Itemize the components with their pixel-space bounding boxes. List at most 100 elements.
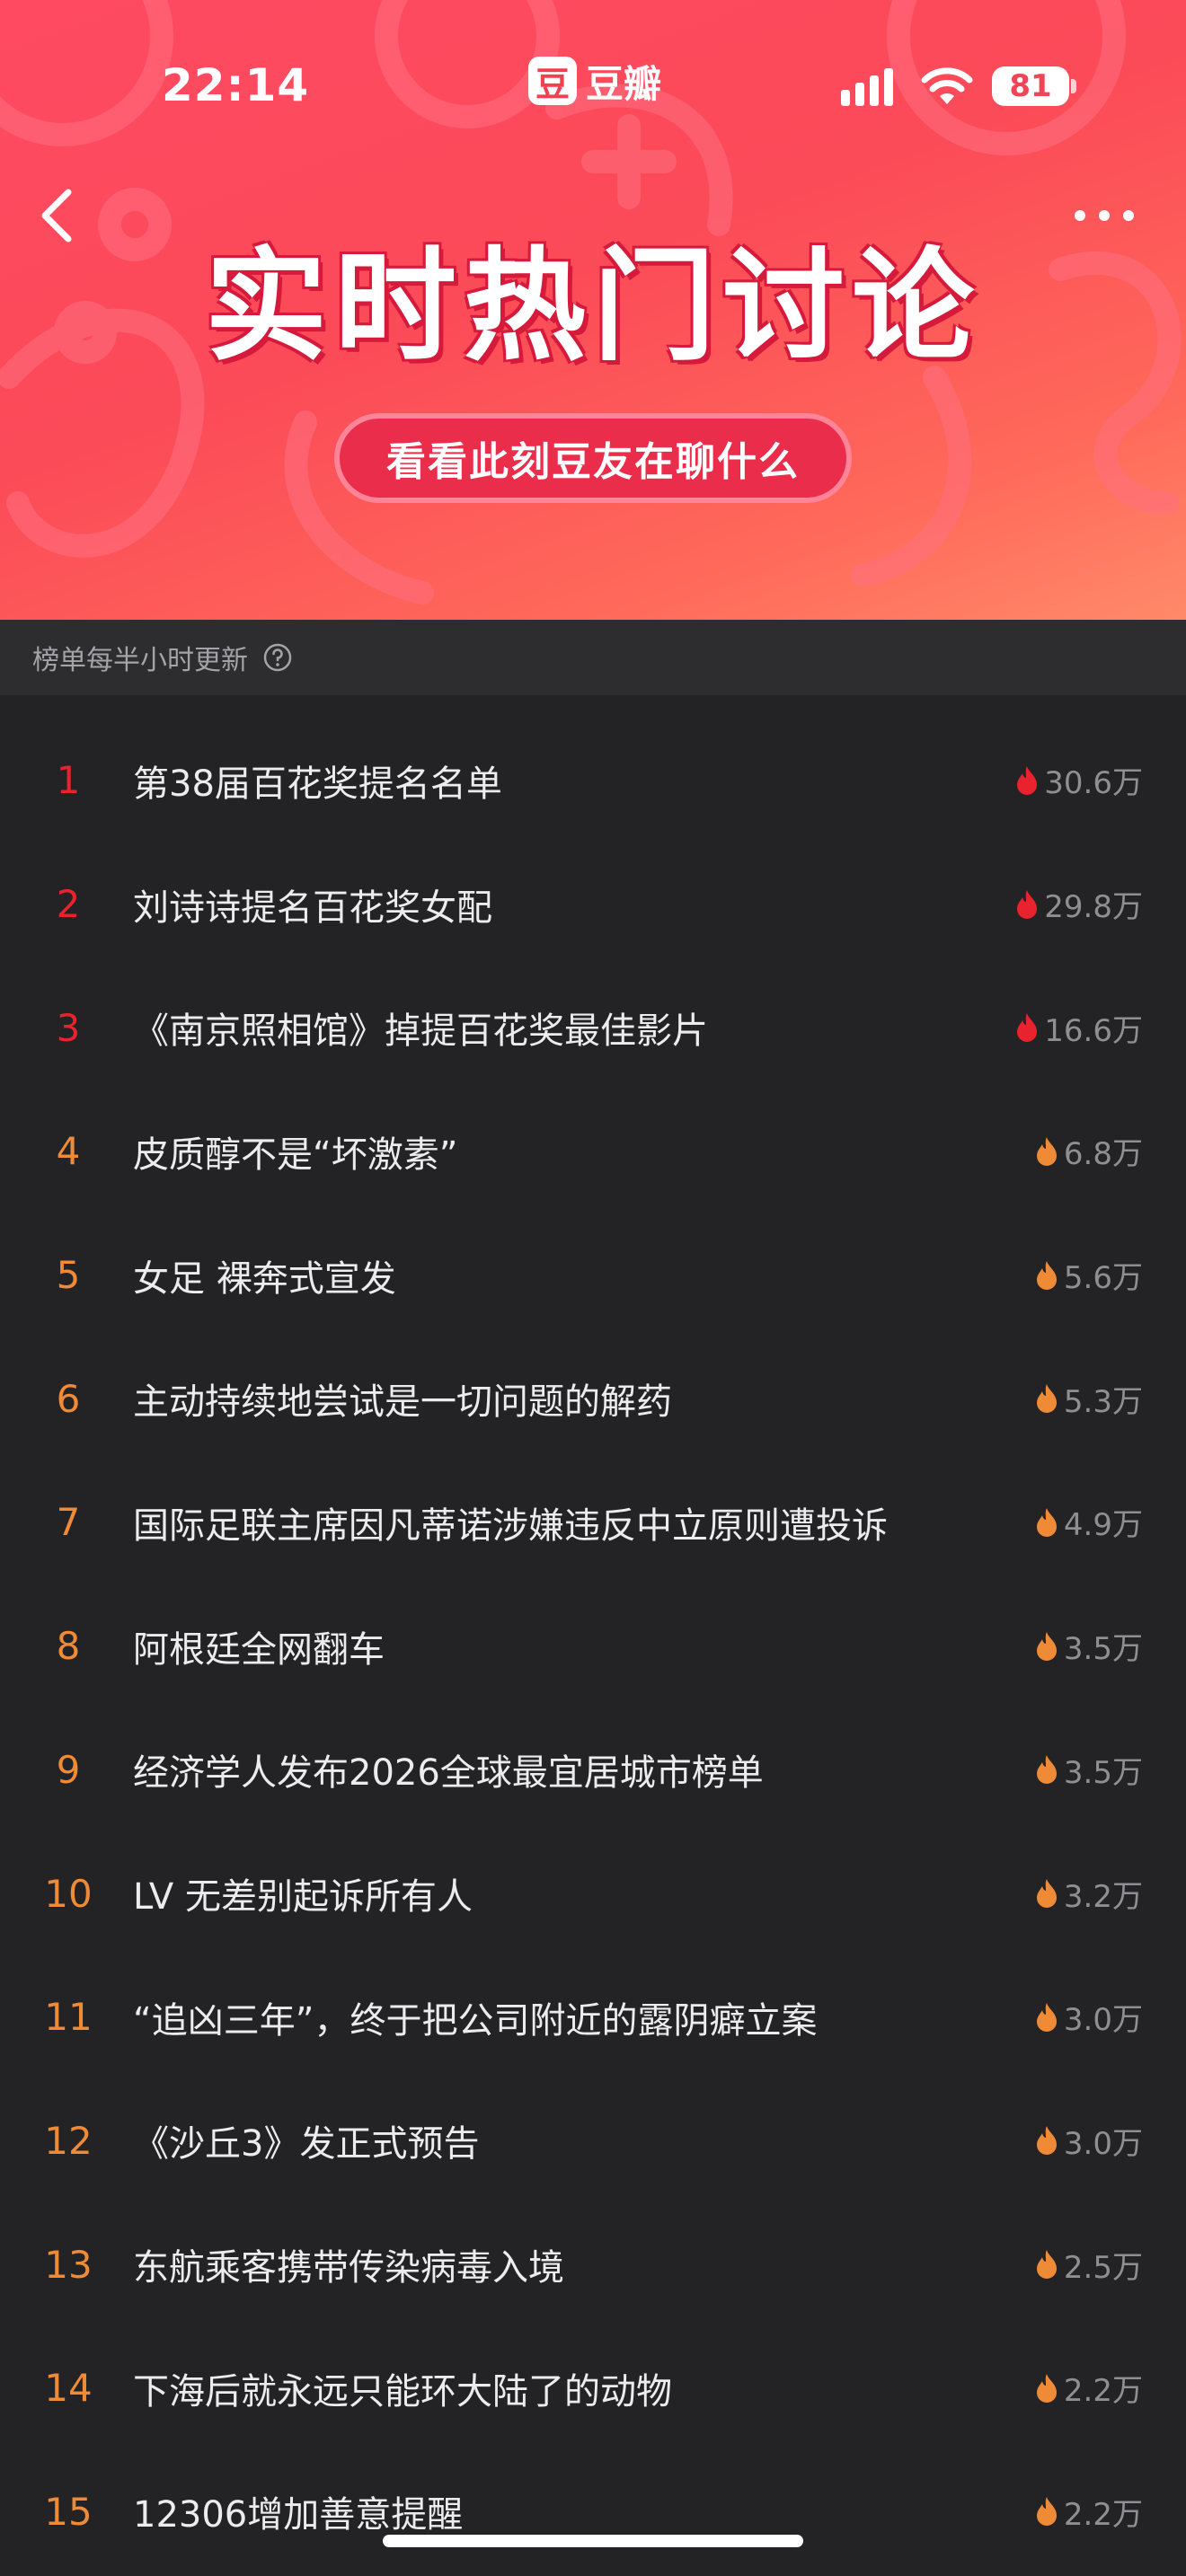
topic-rank: 14 <box>44 2366 93 2411</box>
topic-row[interactable]: 3 《南京照相馆》掉提百花奖最佳影片 16.6万 <box>0 966 1186 1090</box>
topic-rank: 5 <box>56 1253 81 1298</box>
topic-heat: 2.2万 <box>1035 2490 1143 2534</box>
topic-heat: 3.2万 <box>1035 1872 1143 1916</box>
flame-icon <box>1017 889 1038 919</box>
topic-title: 阿根廷全网翻车 <box>133 1628 385 1671</box>
topic-row[interactable]: 4 皮质醇不是“坏激素” 6.8万 <box>0 1090 1186 1213</box>
topic-heat: 2.2万 <box>1035 2366 1143 2410</box>
flame-icon <box>1036 2250 1057 2280</box>
wifi-icon <box>921 67 973 104</box>
status-bar: 22:14 豆 豆瓣 81 <box>0 0 1186 171</box>
flame-icon <box>1036 1507 1057 1537</box>
topic-title: 女足 裸奔式宣发 <box>133 1257 396 1300</box>
topic-row[interactable]: 15 12306增加善意提醒 2.2万 <box>0 2450 1186 2574</box>
topic-title: 第38届百花奖提名名单 <box>133 763 502 805</box>
update-note: 榜单每半小时更新 <box>32 645 248 676</box>
heat-count: 3.5万 <box>1063 1754 1143 1791</box>
flame-icon <box>1036 2126 1057 2156</box>
topic-title: 下海后就永远只能环大陆了的动物 <box>133 2370 672 2413</box>
flame-icon <box>1017 765 1038 795</box>
topic-list: 1 第38届百花奖提名名单 30.6万 2 刘诗诗提名百花奖女配 29.8万 3 《南京照相馆… <box>0 719 1186 2573</box>
topic-row[interactable]: 11 “追凶三年”，终于把公司附近的露阴癖立案 3.0万 <box>0 1955 1186 2079</box>
heat-count: 5.3万 <box>1063 1383 1143 1420</box>
topic-heat: 16.6万 <box>1015 1006 1143 1050</box>
brand-name: 豆瓣 <box>586 61 662 106</box>
home-indicator[interactable] <box>383 2535 803 2547</box>
heat-count: 4.9万 <box>1063 1507 1143 1544</box>
topic-rank: 10 <box>44 1871 93 1916</box>
topic-rank: 12 <box>44 2118 93 2163</box>
flame-icon <box>1036 2373 1057 2403</box>
topic-row[interactable]: 1 第38届百花奖提名名单 30.6万 <box>0 719 1186 842</box>
flame-icon <box>1036 1755 1057 1785</box>
topic-heat: 3.0万 <box>1035 2119 1143 2163</box>
battery-cap <box>1071 79 1076 93</box>
flame-icon <box>1036 1260 1057 1290</box>
topic-row[interactable]: 6 主动持续地尝试是一切问题的解药 5.3万 <box>0 1337 1186 1460</box>
topic-title: 《南京照相馆》掉提百花奖最佳影片 <box>133 1010 708 1053</box>
heat-count: 5.6万 <box>1063 1260 1143 1297</box>
topic-heat: 3.0万 <box>1035 1995 1143 2039</box>
topic-rank: 7 <box>56 1500 81 1545</box>
more-button[interactable] <box>1064 190 1145 241</box>
topic-row[interactable]: 2 刘诗诗提名百花奖女配 29.8万 <box>0 842 1186 966</box>
help-icon[interactable] <box>262 642 293 673</box>
heat-count: 2.2万 <box>1063 2496 1143 2533</box>
heat-count: 3.0万 <box>1063 2002 1143 2039</box>
battery-indicator: 81 <box>992 66 1069 106</box>
heat-count: 16.6万 <box>1044 1012 1143 1049</box>
flame-icon <box>1036 1384 1057 1414</box>
topic-heat: 4.9万 <box>1035 1500 1143 1544</box>
flame-icon <box>1017 1013 1038 1043</box>
topic-heat: 30.6万 <box>1015 758 1143 802</box>
heat-count: 3.5万 <box>1063 1631 1143 1668</box>
topic-row[interactable]: 5 女足 裸奔式宣发 5.6万 <box>0 1213 1186 1337</box>
topic-title: LV 无差别起诉所有人 <box>133 1876 473 1919</box>
topic-rank: 1 <box>56 758 81 803</box>
topic-title: 皮质醇不是“坏激素” <box>133 1134 458 1176</box>
topic-title: 《沙丘3》发正式预告 <box>133 2123 480 2166</box>
topic-heat: 5.3万 <box>1035 1377 1143 1421</box>
topic-row[interactable]: 9 经济学人发布2026全球最宜居城市榜单 3.5万 <box>0 1708 1186 1832</box>
topic-row[interactable]: 14 下海后就永远只能环大陆了的动物 2.2万 <box>0 2326 1186 2450</box>
banner-title: 实时热门讨论 <box>205 236 981 378</box>
heat-count: 29.8万 <box>1044 889 1143 926</box>
topic-rank: 3 <box>56 1005 81 1050</box>
topic-rank: 2 <box>56 882 81 927</box>
topic-rank: 11 <box>44 1995 93 2040</box>
topic-title: 经济学人发布2026全球最宜居城市榜单 <box>133 1752 764 1795</box>
flame-icon <box>1036 2497 1057 2527</box>
battery-level: 81 <box>1009 68 1052 104</box>
heat-count: 3.2万 <box>1063 1878 1143 1915</box>
topic-row[interactable]: 7 国际足联主席因凡蒂诺涉嫌违反中立原则遭投诉 4.9万 <box>0 1460 1186 1584</box>
chevron-left-icon <box>41 189 72 243</box>
heat-count: 30.6万 <box>1044 765 1143 802</box>
topic-rank: 15 <box>44 2489 93 2534</box>
heat-count: 3.0万 <box>1063 2125 1143 2162</box>
topic-rank: 13 <box>44 2242 93 2287</box>
flame-icon <box>1036 1136 1057 1166</box>
topic-rank: 8 <box>56 1624 81 1669</box>
topic-heat: 2.5万 <box>1035 2243 1143 2287</box>
topic-row[interactable]: 12 《沙丘3》发正式预告 3.0万 <box>0 2079 1186 2203</box>
topic-heat: 3.5万 <box>1035 1748 1143 1792</box>
topic-rank: 6 <box>56 1376 81 1421</box>
hot-topics-page: 22:14 豆 豆瓣 81 实时热门讨论 看看此刻豆友在聊什么 榜单每半小时更新… <box>0 0 1186 2576</box>
topic-title: 刘诗诗提名百花奖女配 <box>133 887 492 929</box>
topic-rank: 9 <box>56 1747 81 1792</box>
heat-count: 6.8万 <box>1063 1136 1143 1173</box>
topic-title: “追凶三年”，终于把公司附近的露阴癖立案 <box>133 1999 818 2042</box>
topic-row[interactable]: 10 LV 无差别起诉所有人 3.2万 <box>0 1831 1186 1955</box>
topic-title: 主动持续地尝试是一切问题的解药 <box>133 1381 672 1424</box>
brand: 豆 豆瓣 <box>528 56 661 106</box>
topic-heat: 3.5万 <box>1035 1624 1143 1668</box>
topic-row[interactable]: 13 东航乘客携带传染病毒入境 2.5万 <box>0 2202 1186 2326</box>
flame-icon <box>1036 1631 1057 1661</box>
banner-subtitle: 看看此刻豆友在聊什么 <box>386 439 800 485</box>
flame-icon <box>1036 1879 1057 1909</box>
status-time: 22:14 <box>162 59 310 111</box>
topic-title: 国际足联主席因凡蒂诺涉嫌违反中立原则遭投诉 <box>133 1504 888 1547</box>
topic-row[interactable]: 8 阿根廷全网翻车 3.5万 <box>0 1584 1186 1708</box>
douban-logo: 豆 <box>528 57 577 105</box>
topic-rank: 4 <box>56 1129 81 1174</box>
